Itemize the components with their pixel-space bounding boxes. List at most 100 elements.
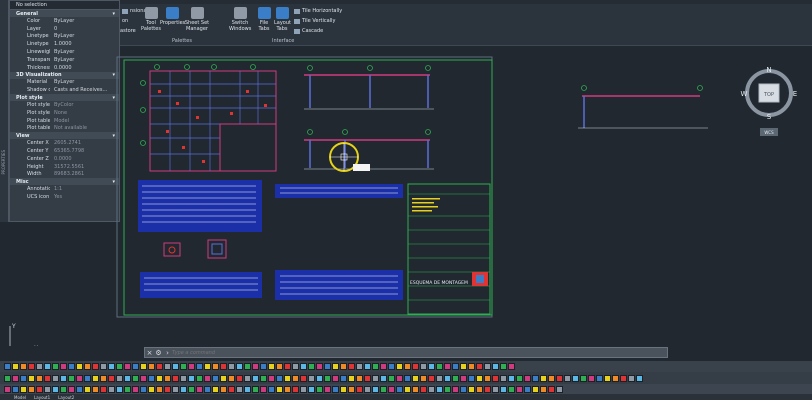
toolbar-tool-icon[interactable] [540, 374, 547, 382]
toolbar-tool-icon[interactable] [460, 363, 467, 370]
toolbar-tool-icon[interactable] [12, 385, 19, 393]
toolbar-tool-icon[interactable] [124, 385, 131, 393]
toolbar-tool-icon[interactable] [116, 385, 123, 393]
property-row[interactable]: Linetype ByLayer [10, 33, 119, 41]
toolbar-tool-icon[interactable] [372, 385, 379, 393]
viewcube[interactable]: TOP N S E W [740, 66, 798, 126]
toolbar-tool-icon[interactable] [540, 385, 547, 393]
toolbar-tool-icon[interactable] [276, 363, 283, 370]
toolbar-tool-icon[interactable] [468, 363, 475, 370]
toolbar-tool-icon[interactable] [508, 374, 515, 382]
toolbar-tool-icon[interactable] [316, 374, 323, 382]
toolbar-tool-icon[interactable] [260, 374, 267, 382]
toolbar-tool-icon[interactable] [68, 363, 75, 370]
toolbar-tool-icon[interactable] [220, 385, 227, 393]
toolbar-tool-icon[interactable] [252, 363, 259, 370]
toolbar-tool-icon[interactable] [260, 385, 267, 393]
toolbar-tool-icon[interactable] [268, 363, 275, 370]
toolbar-tool-icon[interactable] [348, 363, 355, 370]
toolbar-tool-icon[interactable] [20, 385, 27, 393]
toolbar-tool-icon[interactable] [204, 385, 211, 393]
toolbar-tool-icon[interactable] [372, 374, 379, 382]
toolbar-tool-icon[interactable] [44, 374, 51, 382]
toolbar-tool-icon[interactable] [292, 363, 299, 370]
toolbar-tool-icon[interactable] [244, 374, 251, 382]
toolbar-tool-icon[interactable] [92, 374, 99, 382]
toolbar-tool-icon[interactable] [100, 374, 107, 382]
toolbar-tool-icon[interactable] [396, 385, 403, 393]
toolbar-tool-icon[interactable] [100, 385, 107, 393]
toolbar-tool-icon[interactable] [228, 385, 235, 393]
property-row[interactable]: Layer 0 [10, 25, 119, 33]
toolbar-tool-icon[interactable] [12, 363, 19, 370]
toolbar-tool-icon[interactable] [548, 374, 555, 382]
toolbar-tool-icon[interactable] [300, 385, 307, 393]
toolbar-tool-icon[interactable] [84, 363, 91, 370]
toolbar-tool-icon[interactable] [148, 363, 155, 370]
toolbar-tool-icon[interactable] [396, 374, 403, 382]
toolbar-tool-icon[interactable] [252, 385, 259, 393]
toolbar-tool-icon[interactable] [348, 374, 355, 382]
toolbar-tool-icon[interactable] [628, 374, 635, 382]
toolbar-tool-icon[interactable] [468, 385, 475, 393]
toolbar-tool-icon[interactable] [508, 363, 515, 370]
toolbar-tool-icon[interactable] [300, 363, 307, 370]
toolbar-tool-icon[interactable] [268, 374, 275, 382]
toolbar-tool-icon[interactable] [316, 385, 323, 393]
toolbar-tool-icon[interactable] [404, 385, 411, 393]
toolbar-tool-icon[interactable] [212, 385, 219, 393]
toolbar-tool-icon[interactable] [36, 363, 43, 370]
toolbar-tool-icon[interactable] [364, 385, 371, 393]
toolbar-tool-icon[interactable] [316, 363, 323, 370]
toolbar-tool-icon[interactable] [572, 374, 579, 382]
toolbar-tool-icon[interactable] [108, 385, 115, 393]
toolbar-tool-icon[interactable] [76, 374, 83, 382]
toolbar-tool-icon[interactable] [52, 363, 59, 370]
toolbar-tool-icon[interactable] [220, 374, 227, 382]
toolbar-tool-icon[interactable] [492, 374, 499, 382]
toolbar-tool-icon[interactable] [108, 363, 115, 370]
toolbar-tool-icon[interactable] [612, 374, 619, 382]
toolbar-tool-icon[interactable] [188, 374, 195, 382]
toolbar-tool-icon[interactable] [436, 385, 443, 393]
toolbar-tool-icon[interactable] [132, 363, 139, 370]
properties-section-header[interactable]: General ▾ [10, 10, 119, 17]
tile-horizontally-button[interactable]: Tile Horizontally [294, 8, 342, 14]
toolbar-tool-icon[interactable] [180, 385, 187, 393]
toolbar-tool-icon[interactable] [140, 363, 147, 370]
toolbar-tool-icon[interactable] [444, 363, 451, 370]
toolbar-tool-icon[interactable] [172, 385, 179, 393]
toolbar-tool-icon[interactable] [356, 385, 363, 393]
toolbar-tool-icon[interactable] [140, 385, 147, 393]
toolbar-tool-icon[interactable] [44, 363, 51, 370]
toolbar-tool-icon[interactable] [348, 385, 355, 393]
toolbar-tool-icon[interactable] [220, 363, 227, 370]
toolbar-tool-icon[interactable] [236, 385, 243, 393]
toolbar-tool-icon[interactable] [524, 385, 531, 393]
compass-n[interactable]: N [766, 66, 771, 74]
toolbar-tool-icon[interactable] [324, 374, 331, 382]
toolbar-tool-icon[interactable] [268, 385, 275, 393]
toolbar-tool-icon[interactable] [380, 385, 387, 393]
toolbar-tool-icon[interactable] [132, 385, 139, 393]
toolbar-tool-icon[interactable] [188, 385, 195, 393]
toolbar-tool-icon[interactable] [372, 363, 379, 370]
toolbar-tool-icon[interactable] [44, 385, 51, 393]
toolbar-tool-icon[interactable] [100, 363, 107, 370]
toolbar-tool-icon[interactable] [236, 363, 243, 370]
toolbar-tool-icon[interactable] [228, 363, 235, 370]
toolbar-tool-icon[interactable] [364, 363, 371, 370]
toolbar-tool-icon[interactable] [284, 385, 291, 393]
property-row[interactable]: Color ByLayer [10, 17, 119, 25]
toolbar-tool-icon[interactable] [364, 374, 371, 382]
toolbar-tool-icon[interactable] [76, 363, 83, 370]
toolbar-tool-icon[interactable] [228, 374, 235, 382]
toolbar-tool-icon[interactable] [556, 374, 563, 382]
toolbar-tool-icon[interactable] [356, 374, 363, 382]
toolbar-tool-icon[interactable] [28, 374, 35, 382]
toolbar-tool-icon[interactable] [524, 374, 531, 382]
toolbar-tool-icon[interactable] [308, 385, 315, 393]
toolbar-tool-icon[interactable] [604, 374, 611, 382]
toolbar-tool-icon[interactable] [212, 374, 219, 382]
toolbar-tool-icon[interactable] [116, 374, 123, 382]
